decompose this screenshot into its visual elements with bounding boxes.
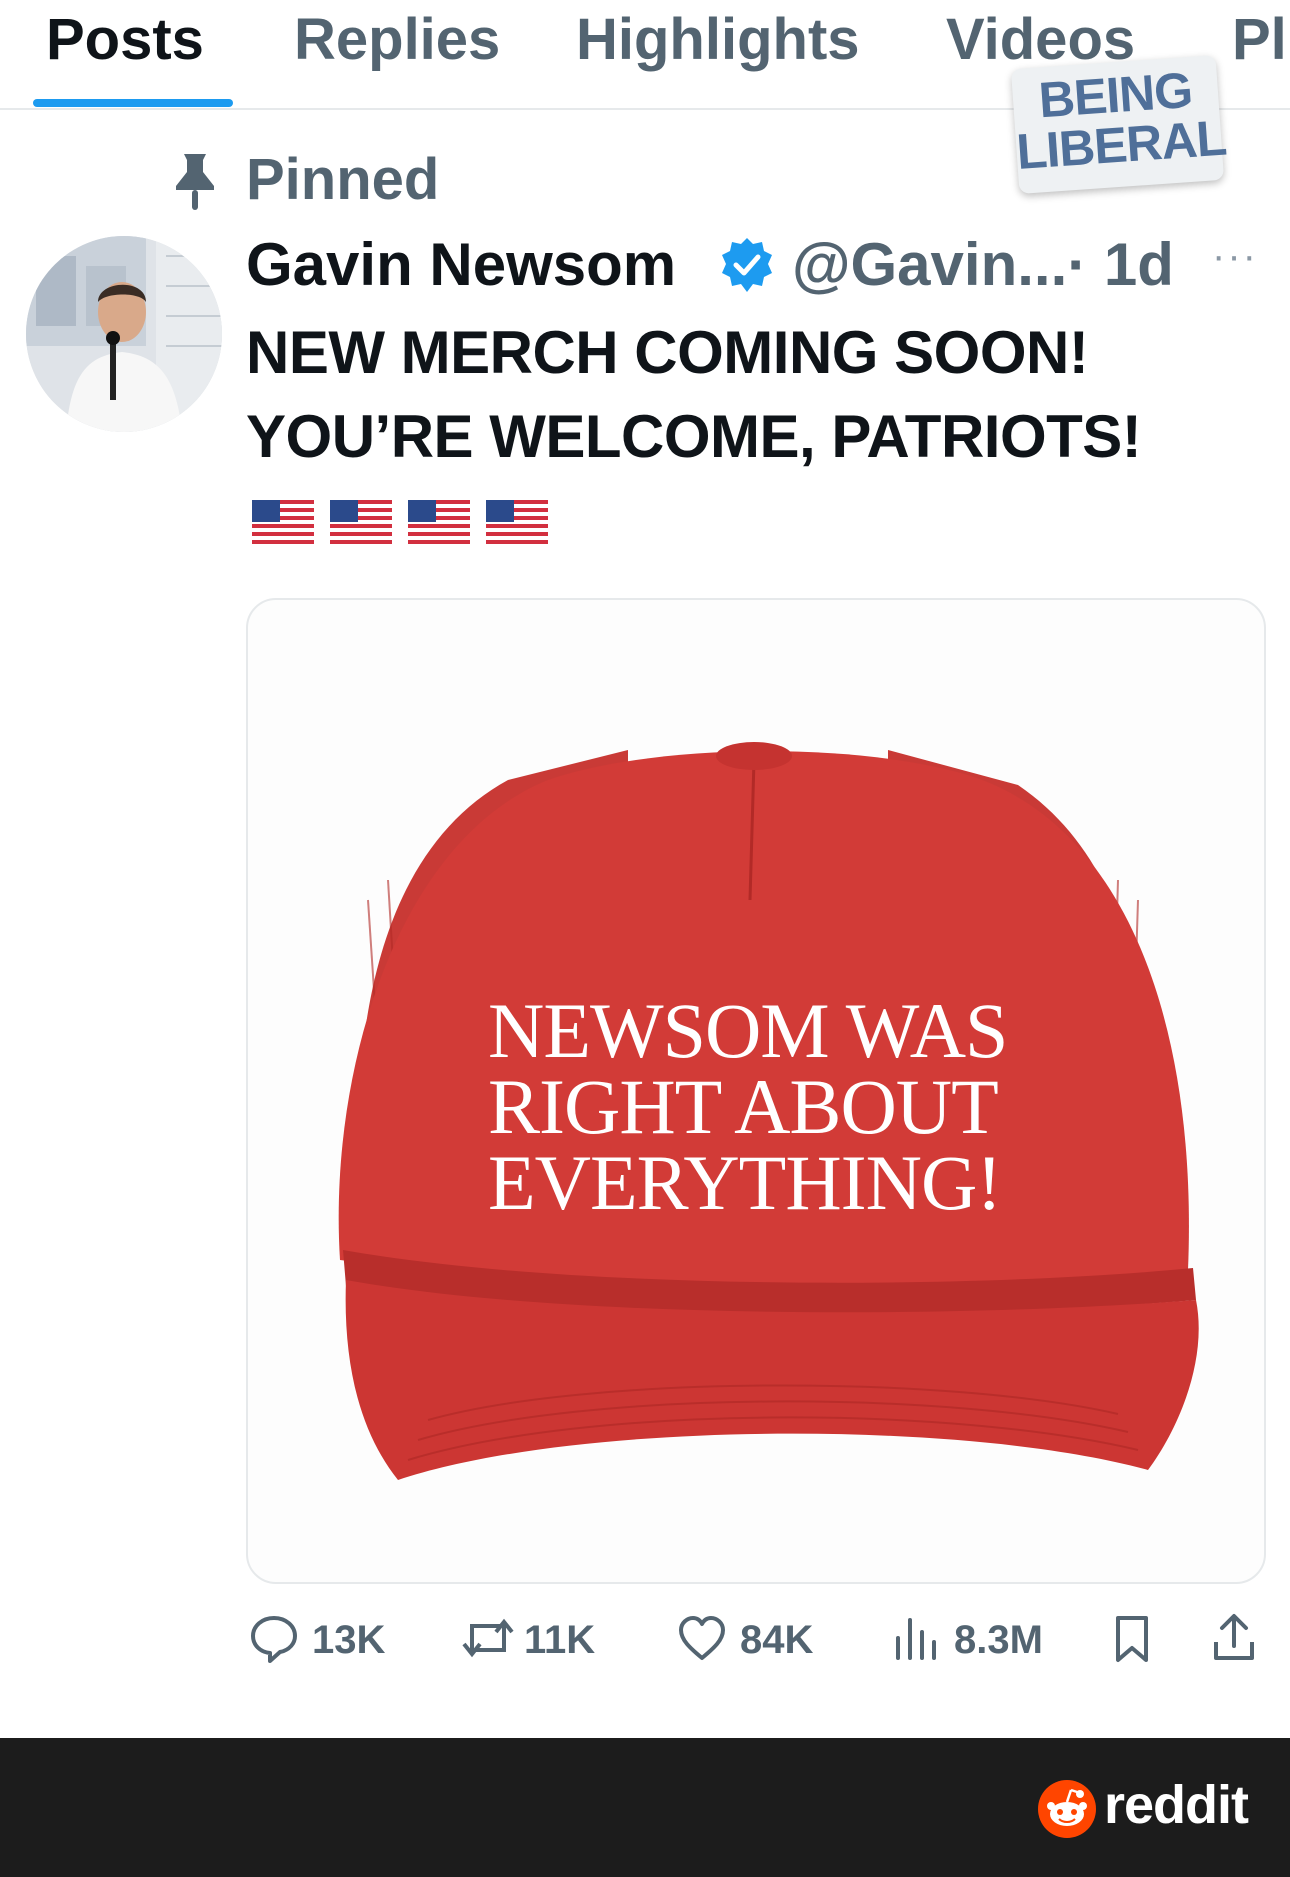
handle-text: @Gavin... [792, 231, 1068, 298]
repost-button[interactable]: 11K [460, 1612, 600, 1676]
post-text-line-2: YOU’RE WELCOME, PATRIOTS! [246, 403, 1142, 470]
post-media[interactable]: NEWSOM WAS RIGHT ABOUT EVERYTHING! [246, 598, 1266, 1584]
reply-icon [251, 1616, 297, 1663]
repost-icon [462, 1618, 514, 1658]
avatar[interactable] [26, 236, 222, 432]
views-chart-icon [896, 1618, 936, 1660]
author-handle[interactable]: @Gavin...· 1d [792, 230, 1174, 299]
tab-posts[interactable]: Posts [46, 6, 204, 73]
pin-icon [176, 154, 214, 210]
bookmark-button[interactable] [1106, 1612, 1158, 1676]
verified-badge-icon [722, 238, 772, 292]
share-button[interactable] [1208, 1612, 1260, 1676]
bookmark-icon [1116, 1616, 1148, 1662]
tab-photos[interactable]: Pl [1232, 6, 1287, 73]
tab-replies[interactable]: Replies [294, 6, 500, 73]
pinned-label: Pinned [246, 147, 440, 212]
author-name[interactable]: Gavin Newsom [246, 230, 676, 299]
reply-button[interactable]: 13K [248, 1612, 388, 1676]
active-tab-indicator [33, 99, 233, 107]
us-flag-icon [252, 500, 314, 544]
reddit-wordmark: reddit [1104, 1775, 1249, 1835]
share-icon [1214, 1614, 1254, 1660]
view-count: 8.3M [954, 1618, 1043, 1662]
more-options-icon[interactable]: ··· [1212, 234, 1258, 279]
heart-icon [679, 1616, 725, 1660]
repost-count: 11K [524, 1618, 596, 1662]
reply-count: 13K [312, 1618, 386, 1662]
post-text-line-1: NEW MERCH COMING SOON! [246, 319, 1089, 386]
tab-highlights[interactable]: Highlights [576, 6, 860, 73]
reddit-logo-icon [1038, 1780, 1096, 1838]
being-liberal-watermark: BEING LIBERAL [1010, 55, 1228, 194]
us-flag-icon [486, 500, 548, 544]
us-flag-icon [408, 500, 470, 544]
hat-text-line-3: EVERYTHING! [488, 1139, 1002, 1226]
us-flag-icon [330, 500, 392, 544]
reddit-footer: reddit [0, 1738, 1290, 1877]
post-time[interactable]: · 1d [1067, 231, 1174, 298]
views-button[interactable]: 8.3M [890, 1612, 1060, 1676]
like-count: 84K [740, 1618, 814, 1662]
like-button[interactable]: 84K [676, 1612, 816, 1676]
